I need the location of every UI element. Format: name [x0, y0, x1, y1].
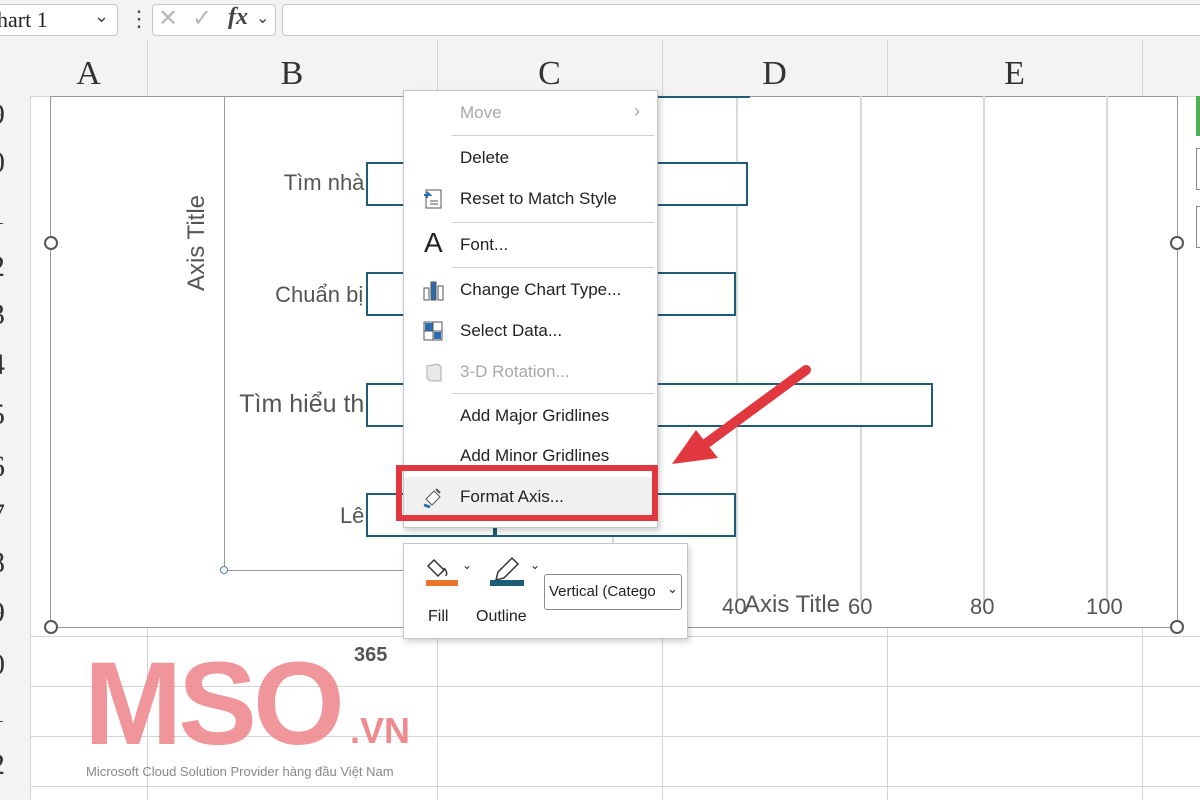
chart-side-button[interactable] [1196, 206, 1200, 248]
column-header-e[interactable]: E [887, 40, 1142, 96]
resize-handle[interactable] [1170, 236, 1184, 250]
chart-side-button[interactable] [1196, 148, 1200, 190]
row-header[interactable]: 3 [0, 298, 30, 332]
row-header[interactable]: 9 [0, 596, 30, 630]
resize-handle[interactable] [44, 236, 58, 250]
brand-text: MSO [84, 638, 345, 770]
domain-text: .VN [350, 710, 411, 751]
tick-label: 100 [1086, 594, 1123, 619]
vertical-axis-line[interactable] [224, 96, 225, 570]
menu-item-label: Font... [460, 235, 509, 254]
select-dropdown-icon: ⌄ [667, 581, 678, 597]
selection-indicator [1196, 96, 1200, 136]
bar-fragment [656, 96, 750, 98]
watermark-logo: MSO 365 .VN Microsoft Cloud Solution Pro… [84, 638, 434, 800]
axis-handle[interactable] [220, 566, 228, 574]
chart-element-select[interactable]: Vertical (Catego ⌄ [544, 574, 682, 610]
menu-item-label: 3-D Rotation... [460, 362, 570, 381]
column-header-b[interactable]: B [147, 40, 437, 96]
menu-separator [452, 267, 654, 268]
menu-separator [452, 135, 654, 136]
major-gridline [860, 96, 862, 602]
menu-item-label: Move [460, 103, 502, 122]
menu-item-select-data[interactable]: Select Data... [404, 311, 657, 351]
reset-style-icon [422, 187, 446, 211]
vertical-axis-title[interactable]: Axis Title [183, 183, 213, 303]
highlight-box [396, 465, 658, 521]
menu-item-label: Select Data... [460, 321, 563, 340]
menu-separator [452, 222, 654, 223]
enter-icon[interactable]: ✓ [192, 4, 212, 33]
row-header[interactable]: 1 [0, 198, 30, 232]
column-headers: A B C D E [0, 40, 1200, 97]
column-header-a[interactable]: A [30, 40, 147, 96]
more-options-icon[interactable]: ⋮ [128, 6, 150, 32]
badge-text: 365 [354, 644, 388, 666]
row-header[interactable]: 1 [0, 696, 30, 730]
outline-button[interactable]: ⌄ Outline [476, 552, 542, 632]
menu-item-change-chart-type[interactable]: Change Chart Type... [404, 270, 657, 310]
function-dropdown-icon[interactable]: ⌄ [256, 8, 269, 28]
column-header-c[interactable]: C [437, 40, 662, 96]
context-menu: Move › Delete Reset to Match Style A Fon… [403, 90, 658, 528]
menu-item-label: Delete [460, 148, 510, 167]
tick-label: 60 [848, 594, 873, 619]
row-header[interactable]: 2 [0, 748, 30, 782]
row-header[interactable]: 2 [0, 250, 30, 284]
fill-dropdown-icon[interactable]: ⌄ [462, 558, 472, 572]
row-header[interactable]: 0 [0, 146, 30, 180]
row-header[interactable]: 5 [0, 398, 30, 432]
menu-item-delete[interactable]: Delete [404, 138, 657, 178]
menu-item-label: Reset to Match Style [460, 189, 617, 208]
column-header-d[interactable]: D [662, 40, 887, 96]
menu-item-reset-style[interactable]: Reset to Match Style [404, 179, 657, 219]
menu-item-font[interactable]: A Font... [404, 225, 657, 265]
menu-item-3d-rotation[interactable]: 3-D Rotation... [404, 352, 657, 392]
chart-element-value: Vertical (Catego [549, 583, 656, 600]
outline-pen-icon [490, 556, 524, 586]
submenu-arrow-icon: › [634, 101, 640, 121]
horizontal-axis-title[interactable]: Axis Title [744, 591, 840, 619]
fill-bucket-icon [426, 558, 458, 586]
row-header[interactable]: 8 [0, 546, 30, 580]
menu-item-label: Add Minor Gridlines [460, 446, 610, 465]
font-icon: A [424, 227, 443, 258]
row-header[interactable]: 7 [0, 498, 30, 532]
name-box-dropdown-icon[interactable]: ⌄ [94, 6, 109, 27]
fill-button[interactable]: ⌄ Fill [424, 552, 474, 632]
outline-label: Outline [476, 608, 527, 625]
major-gridline [983, 96, 985, 602]
menu-separator [452, 393, 654, 394]
major-gridline [1106, 96, 1108, 602]
row-header[interactable]: 6 [0, 450, 30, 484]
row-header[interactable]: 9 [0, 98, 30, 132]
resize-handle[interactable] [44, 620, 58, 634]
menu-item-label: Add Major Gridlines [460, 406, 610, 425]
axis-selection-line [224, 570, 404, 571]
menu-item-add-major-gridlines[interactable]: Add Major Gridlines [404, 396, 657, 436]
menu-item-move[interactable]: Move › [404, 93, 657, 133]
chart-type-icon [422, 278, 446, 302]
fill-label: Fill [428, 608, 449, 625]
outline-dropdown-icon[interactable]: ⌄ [530, 558, 540, 572]
row-header[interactable]: 0 [0, 648, 30, 682]
tagline-text: Microsoft Cloud Solution Provider hàng đ… [86, 764, 394, 779]
mini-toolbar: ⌄ Fill ⌄ Outline Vertical (Catego ⌄ [403, 543, 688, 639]
cancel-icon[interactable]: ✕ [158, 4, 178, 33]
resize-handle[interactable] [1170, 620, 1184, 634]
row-headers: 9 0 1 2 3 4 5 6 7 8 9 0 1 2 [0, 96, 31, 800]
row-header[interactable]: 4 [0, 348, 30, 382]
tick-label: 80 [970, 594, 995, 619]
tick-label: 40 [722, 594, 747, 619]
insert-function-icon[interactable]: fx [228, 4, 248, 31]
menu-item-label: Change Chart Type... [460, 280, 622, 299]
pointer-arrow-icon [672, 365, 811, 464]
select-data-icon [422, 319, 446, 343]
rotation-icon [422, 360, 446, 384]
formula-input[interactable] [282, 4, 1200, 36]
